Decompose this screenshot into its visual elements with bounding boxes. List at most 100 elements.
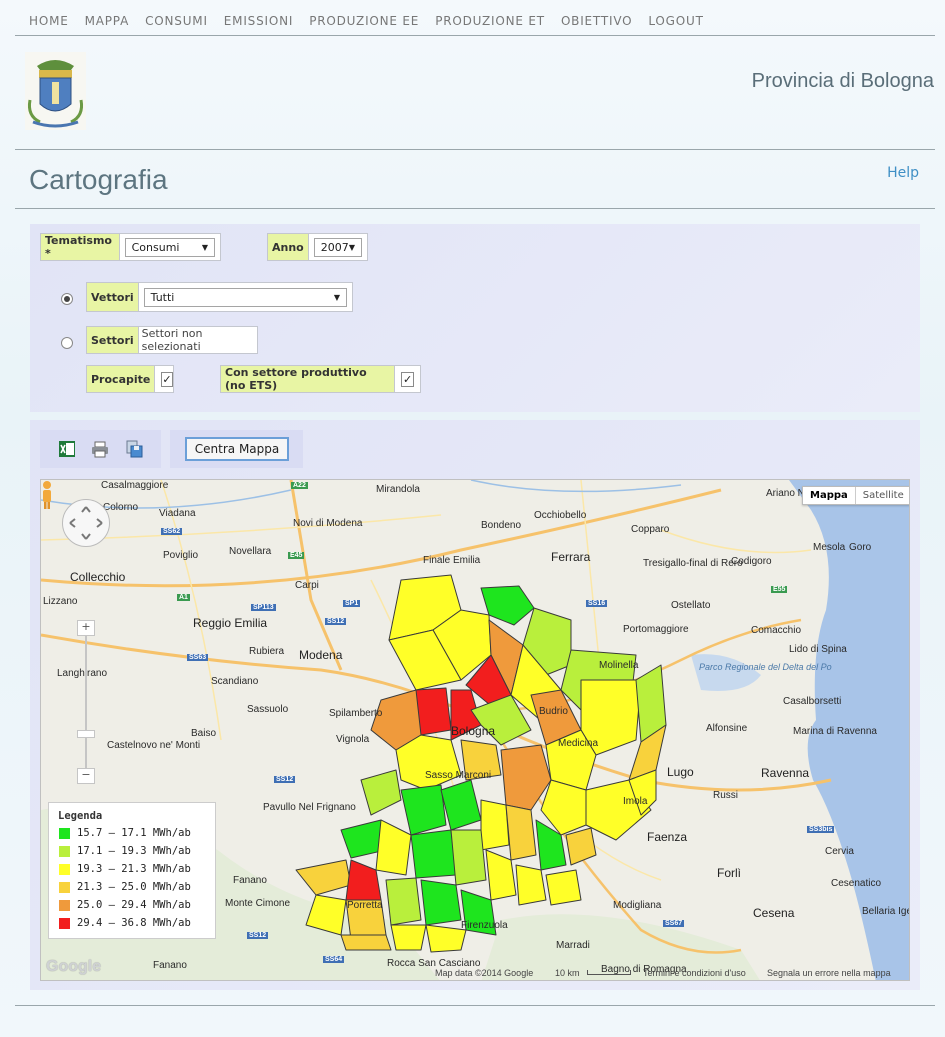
vettori-select[interactable]: Tutti ▼	[143, 287, 347, 307]
map-type-mappa-button[interactable]: Mappa	[803, 487, 856, 504]
map-place-label: Mirandola	[376, 484, 420, 495]
legend-item: 29.4 – 36.8 MWh/ab	[49, 914, 215, 932]
map-report-error-link[interactable]: Segnala un errore nella mappa	[767, 968, 891, 978]
settori-field: Settori Settori non selezionati	[86, 326, 258, 354]
map-place-label: Vignola	[336, 734, 370, 745]
centra-mappa-button[interactable]: Centra Mappa	[185, 437, 289, 461]
map-place-label: Russi	[713, 790, 739, 801]
legend-swatch	[59, 899, 70, 911]
map-place-label: Lugo	[667, 765, 694, 779]
map-legend: Legenda 15.7 – 17.1 MWh/ab 17.1 – 19.3 M…	[48, 802, 216, 939]
road-shield: SS67	[663, 920, 685, 927]
map-place-label: Cervia	[825, 846, 854, 857]
map-place-label: Cesena	[753, 906, 795, 920]
settore-produttivo-checkbox[interactable]: ✓	[401, 371, 414, 387]
top-navigation: HOME MAPPA CONSUMI EMISSIONI PRODUZIONE …	[29, 14, 704, 28]
nav-consumi[interactable]: CONSUMI	[145, 14, 208, 28]
legend-label: 21.3 – 25.0 MWh/ab	[77, 881, 191, 893]
divider	[15, 1005, 935, 1006]
map-place-label: Carpi	[295, 580, 319, 591]
anno-select[interactable]: 2007 ▼	[313, 237, 362, 257]
help-link[interactable]: Help	[887, 165, 919, 181]
highway	[41, 488, 722, 588]
map-place-label: Fanano	[153, 960, 187, 971]
municipality-area	[340, 934, 392, 951]
road-shield: SS12	[274, 776, 296, 783]
page-title: Cartografia	[29, 164, 168, 195]
map-type-satellite-button[interactable]: Satellite	[856, 487, 909, 504]
map-place-label: Scandiano	[211, 676, 259, 687]
google-logo[interactable]: Google	[46, 958, 101, 976]
municipality-area	[390, 924, 427, 951]
tematismo-select[interactable]: Consumi ▼	[124, 237, 215, 257]
nav-produzione-et[interactable]: PRODUZIONE ET	[435, 14, 545, 28]
road-shield: SS12	[247, 932, 269, 939]
map-place-label: Novi di Modena	[293, 518, 363, 529]
settore-produttivo-label: Con settore produttivo (no ETS)	[221, 366, 396, 392]
map-place-label: Copparo	[631, 524, 670, 535]
zoom-in-button[interactable]: +	[77, 620, 95, 636]
road-shield: SS12	[325, 618, 347, 625]
legend-label: 19.3 – 21.3 MWh/ab	[77, 863, 191, 875]
legend-item: 17.1 – 19.3 MWh/ab	[49, 842, 215, 860]
settori-value[interactable]: Settori non selezionati	[142, 327, 254, 353]
map-terms-link[interactable]: Termini e condizioni d'uso	[643, 968, 746, 978]
legend-swatch	[59, 845, 70, 857]
map-place-label: Pavullo Nel Frignano	[263, 802, 356, 813]
nav-logout[interactable]: LOGOUT	[648, 14, 703, 28]
map-place-label: Molinella	[599, 660, 639, 671]
map-place-label: Bologna	[451, 724, 496, 738]
road-shield: E45	[288, 552, 305, 559]
zoom-out-button[interactable]: −	[77, 768, 95, 784]
save-image-icon[interactable]	[125, 440, 143, 458]
nav-produzione-ee[interactable]: PRODUZIONE EE	[309, 14, 419, 28]
legend-swatch	[59, 917, 70, 929]
map-canvas[interactable]: Casalmaggiore Viadana Colorno Poviglio N…	[40, 479, 910, 981]
zoom-slider-track[interactable]	[85, 622, 87, 772]
map-place-label: Bondeno	[481, 520, 522, 531]
vettori-radio[interactable]	[61, 293, 73, 305]
nav-obiettivo[interactable]: OBIETTIVO	[561, 14, 632, 28]
map-place-label: Modigliana	[613, 900, 662, 911]
map-place-label: Sasso Marconi	[425, 770, 492, 781]
municipality-area	[450, 829, 487, 886]
map-place-label: Portomaggiore	[623, 624, 689, 635]
legend-label: 15.7 – 17.1 MWh/ab	[77, 827, 191, 839]
municipality-area	[440, 779, 482, 831]
street-view-pegman-icon[interactable]	[41, 480, 53, 510]
municipality-area	[515, 864, 547, 906]
tematismo-value: Consumi	[131, 240, 180, 254]
map-place-label: Baiso	[191, 728, 217, 739]
settori-radio[interactable]	[61, 337, 73, 349]
municipality-area	[375, 819, 412, 876]
map-place-label: Forlì	[717, 866, 741, 880]
map-place-label: Comacchio	[751, 625, 802, 636]
divider	[15, 149, 935, 150]
map-type-switch: Mappa Satellite	[802, 486, 909, 505]
nav-home[interactable]: HOME	[29, 14, 69, 28]
vettori-value: Tutti	[150, 290, 175, 304]
vettori-label: Vettori	[87, 283, 139, 311]
pan-control[interactable]	[62, 499, 110, 547]
municipality-area	[400, 784, 447, 836]
map-place-label: Alfonsine	[706, 723, 748, 734]
map-place-label: Rubiera	[249, 646, 285, 657]
map-place-label: Goro	[849, 542, 872, 553]
legend-label: 17.1 – 19.3 MWh/ab	[77, 845, 191, 857]
province-coat-of-arms-logo	[25, 52, 86, 130]
nav-mappa[interactable]: MAPPA	[85, 14, 129, 28]
map-place-label: Lizzano	[43, 596, 78, 607]
road-shield: SS16	[586, 600, 608, 607]
print-icon[interactable]	[91, 440, 109, 458]
settori-label: Settori	[87, 327, 139, 353]
map-place-label: Finale Emilia	[423, 555, 481, 566]
procapite-checkbox[interactable]: ✓	[161, 371, 173, 387]
excel-export-icon[interactable]	[58, 440, 76, 458]
map-place-label: Mesola	[813, 542, 846, 553]
municipality-area	[500, 744, 552, 811]
nav-emissioni[interactable]: EMISSIONI	[224, 14, 293, 28]
zoom-slider-handle[interactable]	[77, 730, 95, 738]
map-place-label: Marina di Ravenna	[793, 726, 877, 737]
municipality-area	[360, 769, 402, 816]
map-attribution: Map data ©2014 Google	[435, 968, 534, 978]
